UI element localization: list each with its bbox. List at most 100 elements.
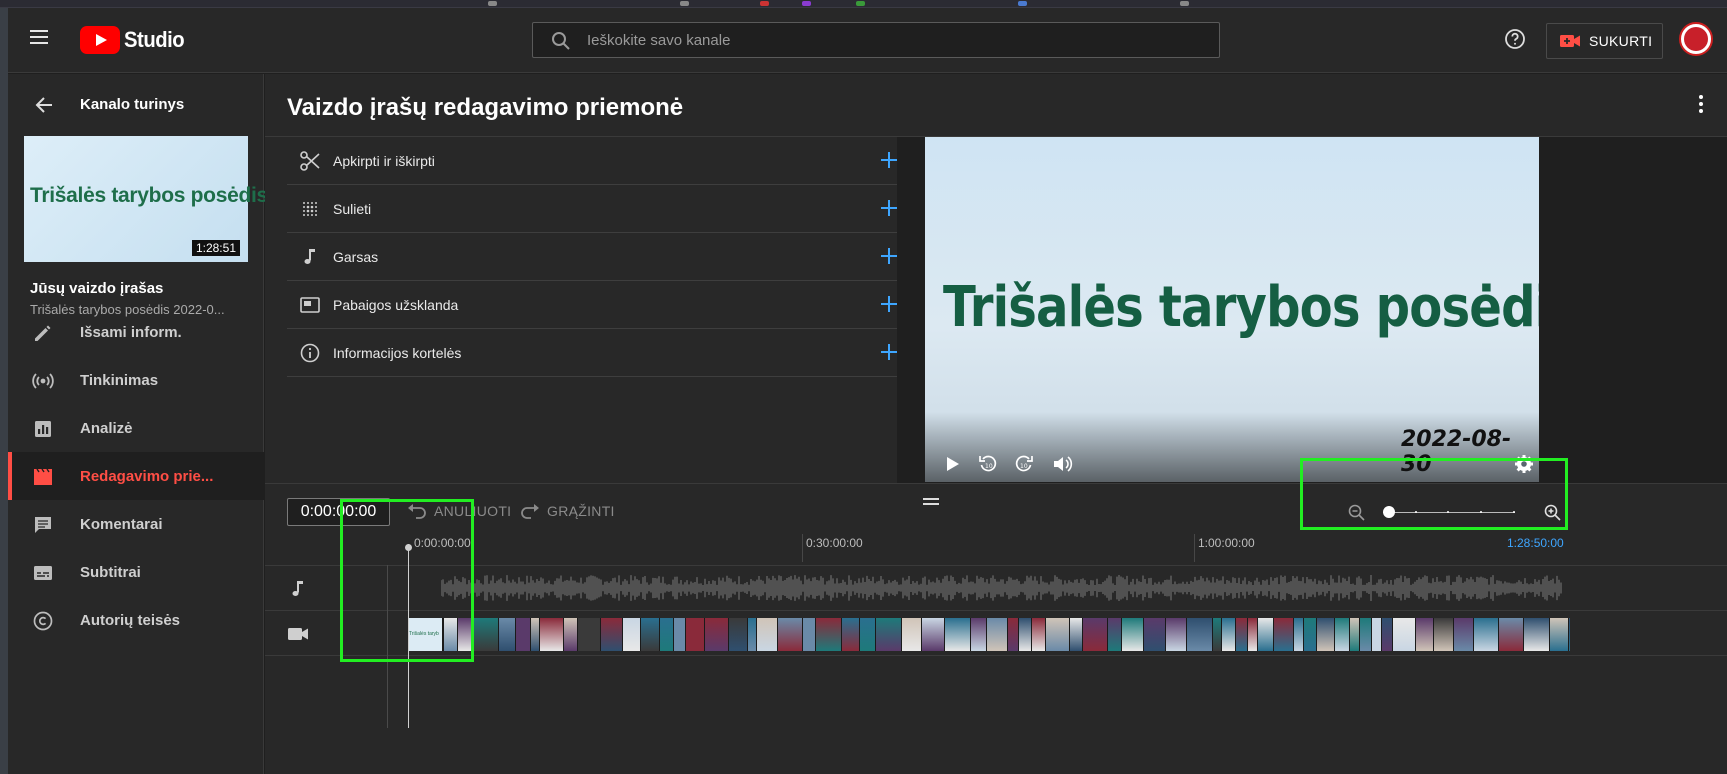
time-ruler[interactable]: 0:00:00:00 0:30:00:00 1:00:00:00 1:28:50… (265, 530, 1727, 566)
tool-end-screen[interactable]: Pabaigos užsklanda (287, 281, 907, 329)
sidebar-item-label: Komentarai (80, 515, 163, 533)
filmstrip-frame (1213, 618, 1221, 651)
add-icon[interactable] (879, 150, 899, 170)
add-icon[interactable] (879, 198, 899, 218)
subtitles-icon (34, 566, 52, 580)
play-icon[interactable] (941, 453, 963, 475)
tool-info-cards[interactable]: Informacijos kortelės (287, 329, 907, 377)
sidebar-item-comments[interactable]: Komentarai (8, 500, 264, 548)
top-bar: Studio SUKURTI (8, 8, 1727, 73)
filmstrip-frame (705, 618, 728, 651)
studio-logo[interactable]: Studio (80, 26, 189, 54)
tool-trim[interactable]: Apkirpti ir iškirpti (287, 137, 907, 185)
filmstrip-frame (757, 618, 777, 651)
editor-tools-list: Apkirpti ir iškirpti Sulieti Garsas Paba… (287, 137, 907, 377)
sidebar-item-copyright[interactable]: Autorių teisės (8, 596, 264, 644)
music-note-icon (292, 581, 303, 596)
filmstrip-frame (922, 618, 944, 651)
channel-content-link[interactable]: Kanalo turinys (80, 96, 184, 113)
tool-blur[interactable]: Sulieti (287, 185, 907, 233)
filmstrip-frame (1335, 618, 1349, 651)
filmstrip-frame (1222, 618, 1235, 651)
video-track[interactable]: Trišalės taryb (265, 612, 1727, 656)
add-icon[interactable] (879, 246, 899, 266)
video-preview[interactable]: Trišalės tarybos posėdis 2022-08-30 10 1… (925, 137, 1539, 482)
filmstrip-frame (1499, 618, 1523, 651)
filmstrip-frame (540, 618, 563, 651)
sidebar-item-details[interactable]: Išsami inform. (8, 308, 264, 356)
resize-handle-icon[interactable] (923, 498, 939, 508)
rewind-10-icon[interactable]: 10 (977, 453, 999, 475)
filmstrip-frame (987, 618, 1007, 651)
tool-audio[interactable]: Garsas (287, 233, 907, 281)
filmstrip-frame (641, 618, 659, 651)
playhead[interactable] (405, 544, 412, 728)
search-input[interactable] (587, 23, 1207, 57)
filmstrip-frame (1236, 618, 1247, 651)
zoom-slider[interactable] (1383, 511, 1515, 513)
search-icon[interactable] (551, 31, 571, 51)
filmstrip-frame (578, 618, 600, 651)
zoom-in-icon[interactable] (1543, 503, 1563, 523)
filmstrip-frame (1360, 618, 1371, 651)
tool-label: Garsas (333, 248, 379, 265)
avatar[interactable] (1679, 22, 1713, 56)
broadcast-icon (32, 373, 54, 389)
filmstrip-frame (1382, 618, 1392, 651)
undo-label: ANULIUOTI (434, 503, 512, 519)
add-icon[interactable] (879, 342, 899, 362)
help-icon[interactable] (1504, 28, 1526, 50)
filmstrip-frame (902, 618, 921, 651)
filmstrip-frame (1187, 618, 1212, 651)
sidebar-item-editor[interactable]: Redagavimo prie... (8, 452, 264, 500)
add-icon[interactable] (879, 294, 899, 314)
ruler-label: 0:30:00:00 (806, 536, 863, 550)
sidebar-item-subtitles[interactable]: Subtitrai (8, 548, 264, 596)
undo-button[interactable]: ANULIUOTI (407, 503, 511, 519)
scissors-icon (300, 151, 320, 171)
filmstrip-frame (816, 618, 841, 651)
more-options-icon[interactable] (1689, 92, 1713, 118)
filmstrip-frame (1372, 618, 1381, 651)
redo-button[interactable]: GRĄŽINTI (520, 503, 615, 519)
forward-10-icon[interactable]: 10 (1013, 453, 1035, 475)
volume-icon[interactable] (1051, 453, 1073, 475)
back-arrow-icon[interactable] (33, 94, 55, 116)
filmstrip-frame (686, 618, 704, 651)
filmstrip-title-frame: Trišalės taryb (408, 618, 442, 651)
ruler-label: 1:00:00:00 (1198, 536, 1255, 550)
youtube-play-icon (80, 26, 120, 54)
info-icon (300, 343, 320, 363)
filmstrip-frame (860, 618, 875, 651)
filmstrip-frame (1569, 618, 1570, 651)
music-note-icon (304, 249, 315, 264)
sidebar-item-label: Analizė (80, 419, 133, 437)
create-button[interactable]: SUKURTI (1546, 23, 1663, 59)
timecode-input[interactable]: 0:00:00:00 (287, 498, 390, 526)
analytics-icon (35, 421, 51, 437)
sidebar-item-analytics[interactable]: Analizė (8, 404, 264, 452)
sidebar-item-customization[interactable]: Tinkinimas (8, 356, 264, 404)
menu-icon[interactable] (30, 30, 50, 46)
svg-text:10: 10 (985, 463, 993, 470)
filmstrip-frame (1248, 618, 1257, 651)
filmstrip-frame (1258, 618, 1273, 651)
sidebar-item-label: Subtitrai (80, 563, 141, 581)
audio-track[interactable] (265, 567, 1727, 611)
player-area: Trišalės tarybos posėdis 2022-08-30 10 1… (897, 137, 1727, 483)
settings-gear-icon[interactable] (1513, 453, 1535, 475)
tool-label: Pabaigos užsklanda (333, 296, 459, 313)
filmstrip-frame (473, 618, 498, 651)
zoom-slider-thumb[interactable] (1383, 506, 1395, 518)
duration-badge: 1:28:51 (191, 240, 240, 256)
zoom-out-icon[interactable] (1347, 503, 1367, 523)
end-screen-icon (300, 297, 320, 313)
video-thumbnail[interactable]: Trišalės tarybos posėdis 1:28:51 (24, 136, 268, 262)
filmstrip-frame (601, 618, 622, 651)
filmstrip-frame (1274, 618, 1293, 651)
filmstrip-frame (1294, 618, 1303, 651)
tool-label: Sulieti (333, 200, 372, 217)
copyright-icon (33, 611, 53, 631)
create-label: SUKURTI (1589, 33, 1653, 49)
filmstrip-frame (1350, 618, 1359, 651)
